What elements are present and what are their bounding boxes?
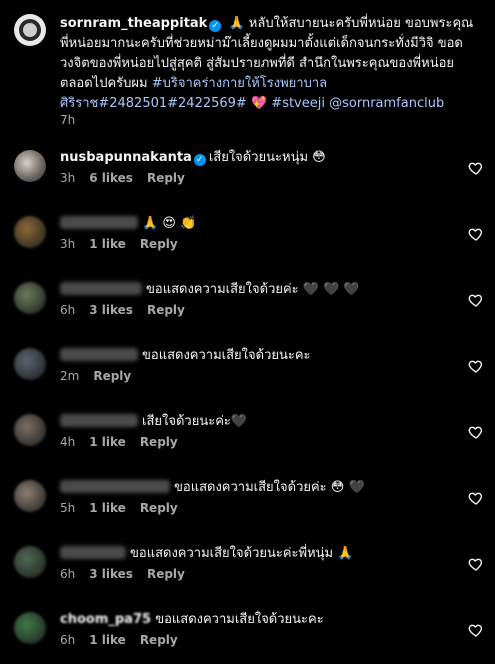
author-avatar[interactable]: [14, 14, 46, 46]
comment-likes[interactable]: 1 like: [89, 237, 126, 251]
commenter-username[interactable]: nusbapunnakanta: [60, 150, 192, 165]
caption-text: sornram_theappitak ✓ 🙏 หลับให้สบายนะครับพ…: [60, 14, 476, 114]
comment-likes[interactable]: 1 like: [89, 633, 126, 647]
comment-body: ขอแสดงความเสียใจด้วยค่ะ 🖤 🖤 🖤 6h 3 likes Re…: [60, 280, 460, 317]
comment-row: choom_pa75 ขอแสดงความเสียใจด้วยนะคะ 6h 1 l…: [14, 608, 484, 664]
verified-badge-icon: ✓: [209, 20, 222, 32]
comment-time: 6h: [60, 303, 76, 317]
comment-line: เสียใจด้วยนะค่ะ🖤: [60, 412, 460, 432]
commenter-avatar[interactable]: [14, 414, 46, 446]
hashtag-numbers[interactable]: #2482501#2422569#: [98, 96, 246, 111]
comment-meta: 6h 3 likes Reply: [60, 303, 460, 317]
comment-text: ขอแสดงความเสียใจด้วยนะคะ: [142, 348, 311, 363]
comment-line: ขอแสดงความเสียใจด้วยค่ะ 🖤 🖤 🖤: [60, 280, 460, 300]
comment-text: ขอแสดงความเสียใจด้วยนะค่ะพี่หนุ่ม 🙏: [130, 546, 354, 561]
reply-button[interactable]: Reply: [147, 303, 185, 317]
heart-icon[interactable]: [468, 424, 484, 440]
comment-line: nusbapunnakanta ✓ เสียใจด้วยนะหนุ่ม 😳: [60, 148, 460, 168]
comment-time: 6h: [60, 567, 76, 581]
comment-line: ขอแสดงความเสียใจด้วยนะคะ: [60, 346, 460, 366]
comment-meta: 5h 1 like Reply: [60, 501, 460, 515]
blurred-username[interactable]: [60, 216, 138, 229]
comment-time: 3h: [60, 171, 76, 185]
heart-emoji: 💖: [250, 96, 268, 111]
comment-text: 🙏 😍 👏: [142, 216, 197, 231]
comment-likes[interactable]: 1 like: [89, 501, 126, 515]
blurred-username[interactable]: [60, 480, 170, 493]
commenter-avatar[interactable]: [14, 282, 46, 314]
comment-meta: 3h 1 like Reply: [60, 237, 460, 251]
post-caption: sornram_theappitak ✓ 🙏 หลับให้สบายนะครับพ…: [14, 10, 484, 130]
commenter-avatar[interactable]: [14, 216, 46, 248]
comment-meta: 6h 1 like Reply: [60, 633, 460, 647]
heart-icon[interactable]: [468, 160, 484, 176]
comment-likes[interactable]: 6 likes: [89, 171, 133, 185]
reply-button[interactable]: Reply: [93, 369, 131, 383]
reply-button[interactable]: Reply: [140, 237, 178, 251]
comment-time: 6h: [60, 633, 76, 647]
comment-likes[interactable]: 3 likes: [89, 303, 133, 317]
comment-likes[interactable]: 3 likes: [89, 567, 133, 581]
heart-icon[interactable]: [468, 490, 484, 506]
comment-body: choom_pa75 ขอแสดงความเสียใจด้วยนะคะ 6h 1 l…: [60, 610, 460, 647]
comment-text: ขอแสดงความเสียใจด้วยนะคะ: [155, 612, 324, 627]
comment-line: ขอแสดงความเสียใจด้วยนะค่ะพี่หนุ่ม 🙏: [60, 544, 460, 564]
reply-button[interactable]: Reply: [147, 567, 185, 581]
reply-button[interactable]: Reply: [140, 501, 178, 515]
heart-icon[interactable]: [468, 358, 484, 374]
comment-body: ขอแสดงความเสียใจด้วยนะค่ะพี่หนุ่ม 🙏 6h 3 l…: [60, 544, 460, 581]
comment-text: ขอแสดงความเสียใจด้วยค่ะ 🖤 🖤 🖤: [146, 282, 360, 297]
comment-body: nusbapunnakanta ✓ เสียใจด้วยนะหนุ่ม 😳 3h 6 l…: [60, 148, 460, 185]
commenter-avatar[interactable]: [14, 480, 46, 512]
comment-meta: 2m Reply: [60, 369, 460, 383]
comment-text: เสียใจด้วยนะหนุ่ม 😳: [208, 150, 326, 165]
comment-body: ขอแสดงความเสียใจด้วยนะคะ 2m Reply: [60, 346, 460, 383]
comment-likes[interactable]: 1 like: [89, 435, 126, 449]
heart-icon[interactable]: [468, 292, 484, 308]
comment-time: 2m: [60, 369, 80, 383]
comment-row: ขอแสดงความเสียใจด้วยนะคะ 2m Reply: [14, 344, 484, 400]
comment-time: 5h: [60, 501, 76, 515]
comment-line: ขอแสดงความเสียใจด้วยค่ะ 😳 🖤: [60, 478, 460, 498]
heart-icon[interactable]: [468, 226, 484, 242]
comment-text: ขอแสดงความเสียใจด้วยค่ะ 😳 🖤: [174, 480, 365, 495]
blurred-username[interactable]: [60, 546, 126, 559]
author-username[interactable]: sornram_theappitak: [60, 16, 207, 31]
verified-badge-icon: ✓: [193, 154, 206, 166]
commenter-username[interactable]: choom_pa75: [60, 612, 151, 627]
commenter-avatar[interactable]: [14, 348, 46, 380]
commenter-avatar[interactable]: [14, 546, 46, 578]
comment-meta: 4h 1 like Reply: [60, 435, 460, 449]
heart-icon[interactable]: [468, 556, 484, 572]
hashtag-stveeji[interactable]: #stveeji: [271, 96, 325, 111]
comment-meta: 3h 6 likes Reply: [60, 171, 460, 185]
comment-row: 🙏 😍 👏 3h 1 like Reply: [14, 212, 484, 268]
comment-body: 🙏 😍 👏 3h 1 like Reply: [60, 214, 460, 251]
comment-line: choom_pa75 ขอแสดงความเสียใจด้วยนะคะ: [60, 610, 460, 630]
comment-row: ขอแสดงความเสียใจด้วยค่ะ 🖤 🖤 🖤 6h 3 likes Re…: [14, 278, 484, 334]
comment-body: เสียใจด้วยนะค่ะ🖤 4h 1 like Reply: [60, 412, 460, 449]
reply-button[interactable]: Reply: [147, 171, 185, 185]
blurred-username[interactable]: [60, 414, 138, 427]
comment-row: ขอแสดงความเสียใจด้วยนะค่ะพี่หนุ่ม 🙏 6h 3 l…: [14, 542, 484, 598]
blurred-username[interactable]: [60, 282, 142, 295]
reply-button[interactable]: Reply: [140, 435, 178, 449]
comment-meta: 6h 3 likes Reply: [60, 567, 460, 581]
comment-time: 3h: [60, 237, 76, 251]
comment-row: nusbapunnakanta ✓ เสียใจด้วยนะหนุ่ม 😳 3h 6 l…: [14, 146, 484, 202]
blurred-username[interactable]: [60, 348, 138, 361]
reply-button[interactable]: Reply: [140, 633, 178, 647]
commenter-avatar[interactable]: [14, 150, 46, 182]
comment-text: เสียใจด้วยนะค่ะ🖤: [142, 414, 248, 429]
mention-link[interactable]: @sornramfanclub: [329, 96, 444, 111]
commenter-avatar[interactable]: [14, 612, 46, 644]
comment-body: ขอแสดงความเสียใจด้วยค่ะ 😳 🖤 5h 1 like Reply: [60, 478, 460, 515]
comment-line: 🙏 😍 👏: [60, 214, 460, 234]
comment-row: เสียใจด้วยนะค่ะ🖤 4h 1 like Reply: [14, 410, 484, 466]
comment-row: ขอแสดงความเสียใจด้วยค่ะ 😳 🖤 5h 1 like Reply: [14, 476, 484, 532]
caption-time: 7h: [60, 113, 76, 127]
heart-icon[interactable]: [468, 622, 484, 638]
comment-time: 4h: [60, 435, 76, 449]
